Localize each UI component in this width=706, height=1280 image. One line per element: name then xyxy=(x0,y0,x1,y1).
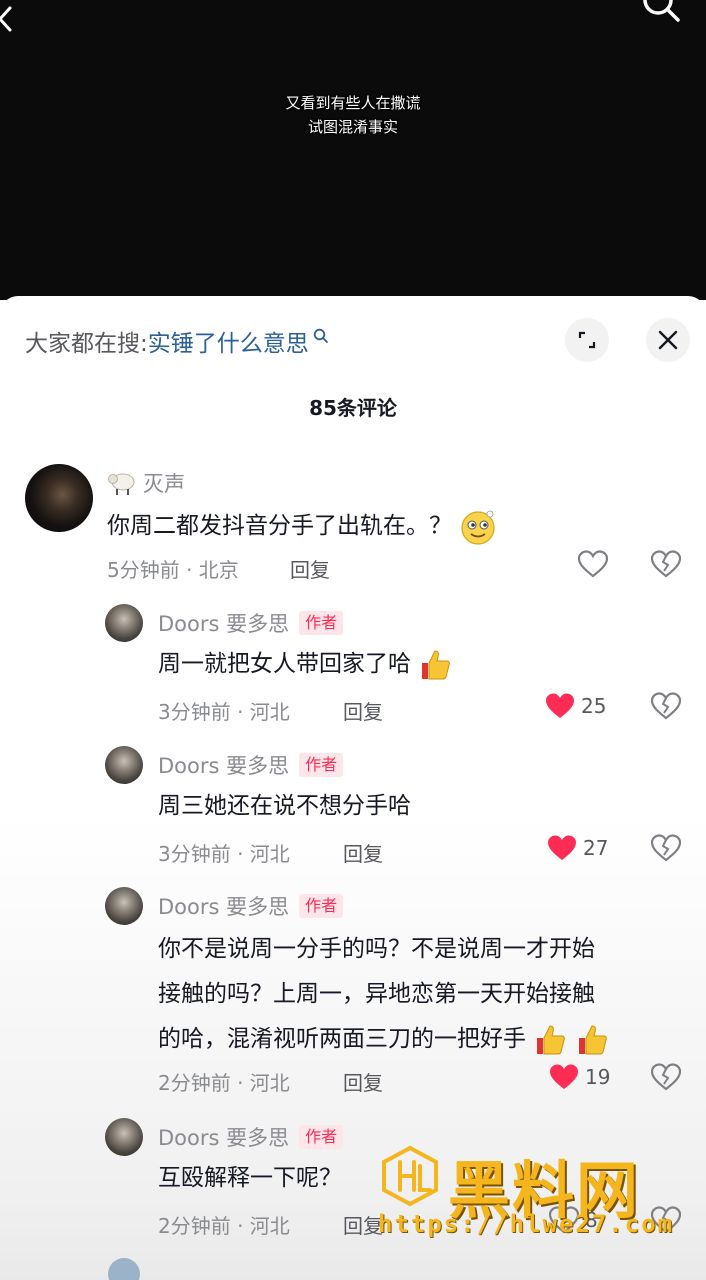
comment-text: 互殴解释一下呢？ xyxy=(158,1165,342,1191)
smile-emoji-icon xyxy=(461,510,495,545)
comment-time-location: 5分钟前 · 北京 xyxy=(107,558,239,582)
close-button[interactable] xyxy=(646,318,690,362)
comment-time-location: 2分钟前 · 河北 xyxy=(158,1214,290,1238)
author-badge: 作者 xyxy=(299,1125,344,1149)
heart-icon xyxy=(578,550,608,578)
broken-heart-icon[interactable] xyxy=(651,834,681,862)
avatar[interactable] xyxy=(105,746,143,784)
like-count: 25 xyxy=(581,694,607,718)
video-player[interactable]: 又看到有些人在撒谎 试图混淆事实 xyxy=(0,0,706,300)
comment-username[interactable]: Doors 要多思 作者 xyxy=(158,1122,344,1152)
thumbs-up-emoji-icon xyxy=(537,1024,566,1054)
like-button[interactable]: 19 xyxy=(549,1063,610,1091)
comment-text: 周一就把女人带回家了哈 xyxy=(158,642,452,686)
comment-username[interactable]: Doors 要多思 作者 xyxy=(158,608,344,638)
comment-username[interactable]: Doors 要多思 作者 xyxy=(158,750,344,780)
thumbs-up-emoji-icon xyxy=(578,1024,607,1054)
comment-username[interactable]: Doors 要多思 作者 xyxy=(158,891,344,921)
comment-text-line: 你不是说周一分手的吗？不是说周一才开始 xyxy=(158,936,595,962)
reply-button[interactable]: 回复 xyxy=(343,838,383,867)
comment-time-location: 3分钟前 · 河北 xyxy=(158,842,290,866)
like-count: 19 xyxy=(585,1065,611,1089)
avatar[interactable] xyxy=(108,1258,140,1280)
search-icon xyxy=(313,328,328,343)
avatar[interactable] xyxy=(105,604,143,642)
like-button[interactable]: 25 xyxy=(545,692,606,720)
broken-heart-icon[interactable] xyxy=(651,1063,681,1091)
reply-button[interactable]: 回复 xyxy=(343,696,383,725)
like-button[interactable] xyxy=(578,550,608,578)
author-badge: 作者 xyxy=(299,611,344,635)
heart-icon xyxy=(550,1064,578,1089)
sheep-emoji-icon xyxy=(108,473,135,495)
like-count: 27 xyxy=(583,836,609,860)
like-button[interactable]: 27 xyxy=(547,834,608,862)
heart-icon xyxy=(546,693,574,718)
comment-text-line: 接触的吗？上周一，异地恋第一天开始接触 xyxy=(158,981,595,1007)
comment-username[interactable]: 灭声 xyxy=(107,468,185,498)
reply-button[interactable]: 回复 xyxy=(343,1067,383,1096)
trending-search-bar[interactable]: 大家都在搜: 实锤了什么意思 xyxy=(25,324,329,358)
site-watermark: 黑料网 https://hlwe27.com xyxy=(378,1140,698,1250)
avatar[interactable] xyxy=(105,1118,143,1156)
watermark-url: https://hlwe27.com xyxy=(378,1210,675,1238)
thumbs-up-emoji-icon xyxy=(422,649,451,679)
back-arrow-icon[interactable] xyxy=(0,6,20,32)
author-badge: 作者 xyxy=(299,753,344,777)
broken-heart-icon[interactable] xyxy=(651,550,681,578)
comment-text: 你周二都发抖音分手了出轨在。？ xyxy=(107,504,497,548)
comment-text: 周三她还在说不想分手哈 xyxy=(158,793,411,819)
avatar[interactable] xyxy=(25,464,93,532)
comment-time-location: 3分钟前 · 河北 xyxy=(158,700,290,724)
search-icon[interactable] xyxy=(636,0,684,30)
video-subtitle-line2: 试图混淆事实 xyxy=(307,118,398,136)
author-badge: 作者 xyxy=(299,894,344,918)
comment-count: 85条评论 xyxy=(309,396,397,420)
comment-sheet: 大家都在搜: 实锤了什么意思 85条评论 灭声 你周二都发抖音分手了出轨在。？ … xyxy=(0,296,706,1280)
avatar[interactable] xyxy=(105,887,143,925)
reply-button[interactable]: 回复 xyxy=(290,554,330,583)
heart-icon xyxy=(548,835,576,860)
reply-button[interactable]: 回复 xyxy=(343,1210,383,1239)
video-subtitle-line1: 又看到有些人在撒谎 xyxy=(285,94,421,112)
expand-button[interactable] xyxy=(565,318,609,362)
expand-icon xyxy=(578,331,596,349)
comment-text-line: 的哈，混淆视听两面三刀的一把好手 xyxy=(158,1017,609,1061)
brand-logo-icon xyxy=(382,1145,438,1207)
trending-search-prefix: 大家都在搜: xyxy=(25,331,148,357)
comment-time-location: 2分钟前 · 河北 xyxy=(158,1071,290,1095)
trending-search-term[interactable]: 实锤了什么意思 xyxy=(148,324,309,358)
broken-heart-icon[interactable] xyxy=(651,692,681,720)
close-icon xyxy=(658,330,678,350)
